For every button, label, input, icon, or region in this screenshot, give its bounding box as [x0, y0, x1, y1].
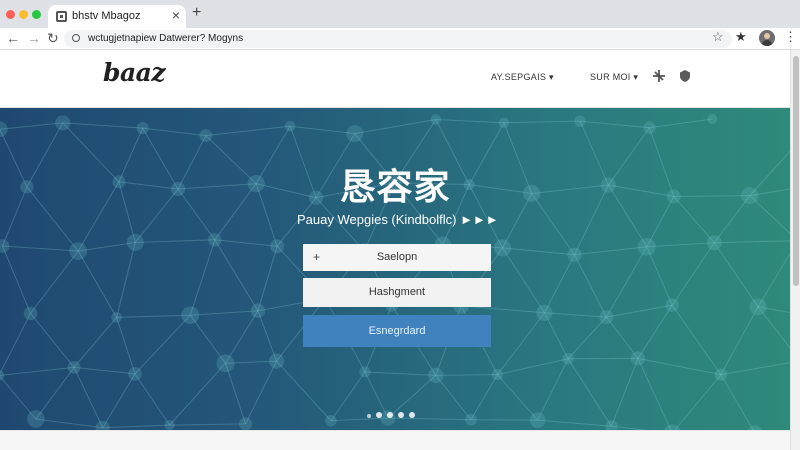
- carousel-dot[interactable]: [376, 412, 382, 418]
- network-node: [529, 412, 546, 429]
- reload-icon[interactable]: ↻: [47, 29, 59, 47]
- network-node: [630, 351, 646, 366]
- secondary-action-button[interactable]: Hashgment: [303, 278, 491, 307]
- network-node: [536, 304, 553, 321]
- network-node: [181, 306, 200, 325]
- network-node: [562, 352, 574, 365]
- network-node: [164, 419, 175, 430]
- network-node: [714, 368, 728, 381]
- tab-strip: bhstv Mbagoz × +: [0, 0, 800, 28]
- network-node: [238, 417, 253, 430]
- network-node: [605, 420, 618, 430]
- close-window-button[interactable]: [6, 10, 15, 19]
- site-logo[interactable]: baaz: [103, 58, 166, 87]
- network-node: [707, 113, 718, 125]
- network-node: [637, 237, 656, 256]
- network-node: [359, 366, 371, 378]
- network-node: [465, 413, 477, 426]
- network-node: [270, 239, 285, 254]
- nav-menu-item-2[interactable]: SUR MOI ▾: [590, 72, 638, 83]
- network-node: [250, 303, 266, 319]
- network-node: [428, 367, 444, 384]
- network-node: [55, 115, 71, 131]
- network-node: [325, 414, 337, 427]
- network-node: [498, 117, 510, 128]
- carousel-dot[interactable]: [367, 414, 371, 418]
- network-node: [23, 306, 38, 321]
- carousel-dot[interactable]: [398, 412, 404, 418]
- address-bar[interactable]: wctugjetnapiew Datwerer? Mogyns: [64, 30, 732, 48]
- network-node: [749, 298, 767, 316]
- url-text[interactable]: wctugjetnapiew Datwerer? Mogyns: [88, 33, 243, 44]
- network-node: [136, 122, 149, 135]
- maximize-window-button[interactable]: [32, 10, 41, 19]
- back-arrow-icon[interactable]: ←: [6, 29, 20, 47]
- network-node: [268, 353, 285, 369]
- hero-title: 恳容家: [339, 166, 451, 207]
- tab-close-icon[interactable]: ×: [172, 7, 180, 23]
- network-icon[interactable]: [653, 70, 665, 82]
- browser-menu-icon[interactable]: ⋮: [784, 29, 797, 45]
- new-tab-button[interactable]: +: [192, 4, 201, 22]
- site-header: baaz AY.SEPGAIS ▾ SUR MOI ▾: [0, 50, 790, 108]
- carousel-dot[interactable]: [387, 412, 393, 418]
- network-node: [95, 420, 110, 430]
- profile-avatar[interactable]: [759, 30, 775, 46]
- cta-button[interactable]: Esnegrdard: [303, 315, 491, 347]
- browser-toolbar: ← → ↻ wctugjetnapiew Datwerer? Mogyns ☆ …: [0, 28, 800, 50]
- network-node: [574, 115, 586, 127]
- network-node: [111, 312, 122, 323]
- network-node: [216, 354, 235, 373]
- network-node: [128, 366, 142, 381]
- scrollbar-thumb[interactable]: [793, 56, 799, 286]
- network-node: [0, 121, 8, 138]
- network-node: [0, 370, 5, 381]
- network-node: [665, 298, 679, 312]
- site-info-icon[interactable]: [72, 34, 80, 42]
- network-node: [643, 121, 656, 134]
- network-node: [69, 242, 88, 260]
- bookmark-star-icon[interactable]: ☆: [712, 29, 724, 45]
- carousel-pager: [367, 405, 420, 418]
- bookmarks-icon[interactable]: ★: [735, 29, 747, 45]
- network-node: [430, 114, 442, 125]
- network-node: [706, 235, 722, 251]
- tab-title: bhstv Mbagoz: [72, 10, 141, 22]
- page-scrollbar[interactable]: [790, 50, 800, 450]
- carousel-dot[interactable]: [409, 412, 415, 418]
- network-node: [126, 233, 144, 252]
- nav-menu-item-1[interactable]: AY.SEPGAIS ▾: [491, 72, 554, 83]
- forward-arrow-icon[interactable]: →: [27, 29, 41, 47]
- primary-action-button[interactable]: + Saelopn: [303, 244, 491, 271]
- network-node: [284, 120, 296, 132]
- network-node: [0, 239, 10, 253]
- browser-window: bhstv Mbagoz × + ← → ↻ wctugjetnapiew Da…: [0, 0, 800, 450]
- button-label: Hashgment: [368, 286, 426, 298]
- network-node: [493, 239, 512, 257]
- shield-icon[interactable]: [679, 70, 691, 82]
- network-node: [208, 233, 222, 247]
- favicon-icon: [56, 11, 67, 22]
- network-node: [67, 360, 81, 374]
- network-node: [27, 410, 45, 428]
- network-node: [199, 129, 213, 143]
- minimize-window-button[interactable]: [19, 10, 28, 19]
- button-label: Esnegrdard: [368, 325, 426, 337]
- active-tab[interactable]: bhstv Mbagoz ×: [48, 5, 186, 28]
- button-label: Saelopn: [376, 251, 418, 263]
- network-node: [346, 125, 364, 143]
- network-node: [567, 247, 582, 262]
- network-node: [491, 368, 504, 381]
- hero-subtitle: Pauay Wepgies (Kindbolflc) ►►►: [297, 212, 499, 227]
- below-fold-content: [0, 430, 790, 450]
- network-node: [599, 310, 614, 325]
- hero-section: 恳容家 Pauay Wepgies (Kindbolflc) ►►► + Sae…: [0, 108, 790, 430]
- plus-icon: +: [313, 250, 321, 264]
